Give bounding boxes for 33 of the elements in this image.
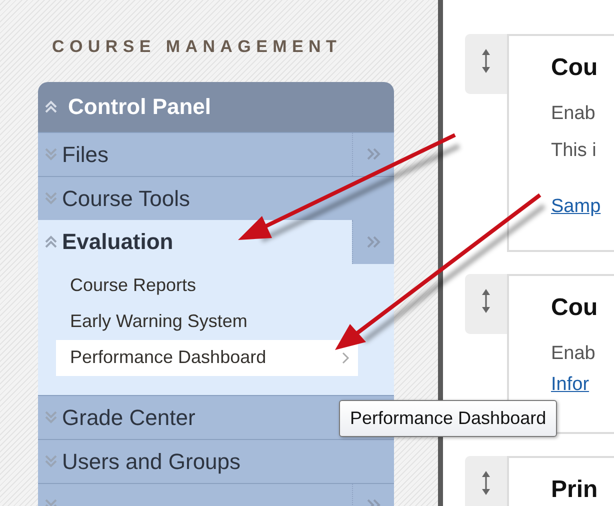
move-icon: [481, 48, 491, 74]
link[interactable]: Samp: [551, 193, 614, 222]
collapse-icon: [44, 234, 58, 248]
expand-icon: [44, 191, 58, 205]
body-text: Enab: [551, 342, 596, 366]
module-title: Cou: [551, 293, 599, 323]
tooltip: Performance Dashboard: [339, 400, 558, 437]
body-text: Enab: [551, 102, 596, 126]
submenu-item[interactable]: Early Warning System: [56, 304, 358, 340]
module-title: Prin: [551, 475, 599, 505]
panel-header[interactable]: Control Panel: [38, 82, 394, 132]
menu-item[interactable]: Course Tools: [38, 176, 394, 220]
drag-handle[interactable]: [465, 456, 507, 506]
collapse-icon: [44, 100, 58, 114]
module-title: Cou: [551, 53, 599, 83]
menu-item[interactable]: Evaluation: [38, 220, 394, 264]
section-heading: COURSE MANAGEMENT: [52, 36, 343, 58]
drag-handle[interactable]: [465, 274, 507, 334]
move-icon: [481, 288, 491, 314]
drag-handle[interactable]: [465, 34, 507, 94]
double-chevron-icon[interactable]: [366, 234, 382, 248]
menu-item[interactable]: Files: [38, 132, 394, 176]
expand-icon: [44, 147, 58, 161]
expand-icon: [44, 454, 58, 468]
double-chevron-icon[interactable]: [366, 147, 382, 161]
body-text: This i: [551, 138, 598, 162]
move-icon: [481, 470, 491, 496]
submenu-item[interactable]: Course Reports: [56, 268, 358, 304]
chevron-icon: [342, 352, 350, 364]
submenu-item[interactable]: Performance Dashboard: [56, 340, 358, 376]
menu-item[interactable]: Users and Groups: [38, 438, 394, 482]
link[interactable]: Infor: [551, 370, 614, 399]
expand-icon: [44, 410, 58, 424]
